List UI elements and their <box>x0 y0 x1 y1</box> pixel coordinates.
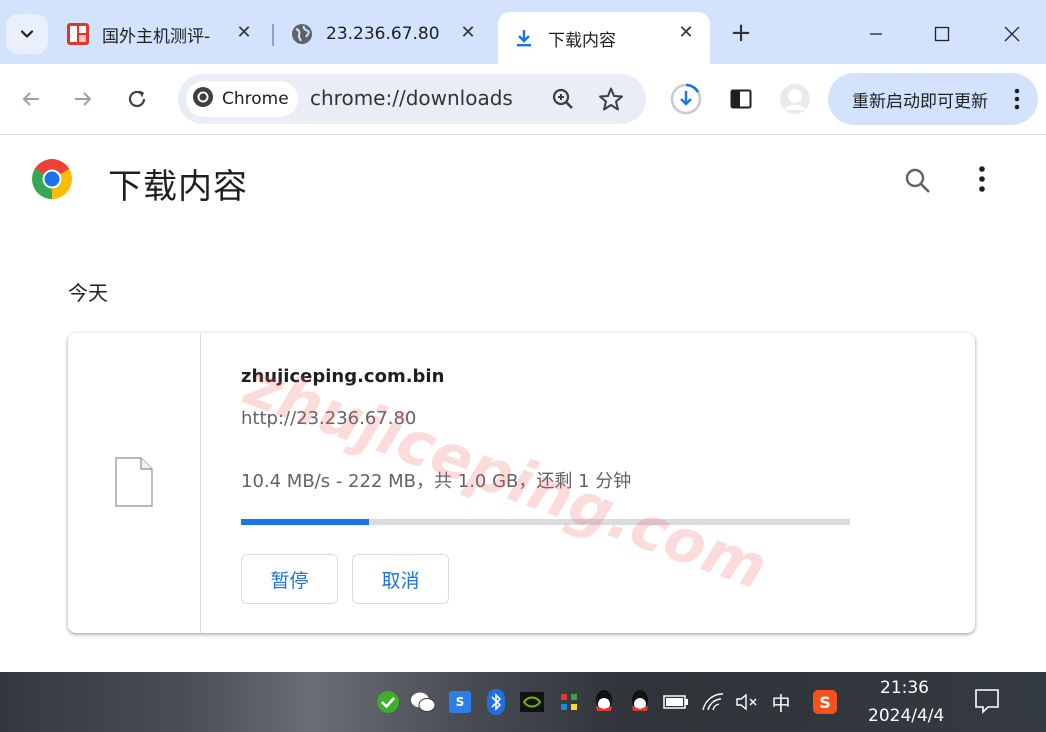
file-name-link[interactable]: zhujiceping.com.bin <box>241 366 444 387</box>
close-tab-icon[interactable]: ✕ <box>676 23 696 43</box>
reload-icon <box>128 90 146 108</box>
omnibox[interactable]: Chrome chrome://downloads <box>178 74 646 124</box>
file-icon <box>114 457 154 511</box>
card-divider <box>200 333 201 633</box>
minimize-button[interactable] <box>846 14 906 54</box>
browser-toolbar: Chrome chrome://downloads 重新启动即可更新 <box>0 64 1046 135</box>
chrome-site-chip[interactable]: Chrome <box>186 81 298 117</box>
profile-button[interactable] <box>778 82 812 116</box>
reload-button[interactable] <box>122 84 152 114</box>
arrow-right-icon <box>75 92 92 106</box>
search-icon[interactable] <box>904 167 932 199</box>
pause-button[interactable]: 暂停 <box>241 554 338 604</box>
sogou-pinyin-icon[interactable]: S <box>812 689 838 715</box>
date-section-label: 今天 <box>68 281 108 305</box>
forward-button[interactable] <box>68 84 98 114</box>
tab-separator <box>272 24 274 46</box>
downloads-page: 下载内容 今天 zhujiceping.com.bin http://23.23… <box>0 135 1046 672</box>
side-panel-button[interactable] <box>724 82 758 116</box>
back-button[interactable] <box>16 84 46 114</box>
relaunch-update-button[interactable]: 重新启动即可更新 <box>828 73 1038 125</box>
tab-title: 国外主机测评- <box>102 26 211 47</box>
close-window-button[interactable] <box>982 14 1042 54</box>
download-status: 10.4 MB/s - 222 MB，共 1.0 GB，还剩 1 分钟 <box>241 471 632 492</box>
download-icon <box>512 26 536 50</box>
ime-indicator[interactable]: 中 <box>768 689 794 715</box>
tab-title: 下载内容 <box>548 30 616 51</box>
new-tab-button[interactable]: + <box>728 20 754 46</box>
site-favicon-red <box>66 22 90 46</box>
progress-fill <box>241 519 369 525</box>
side-panel-icon <box>730 89 752 109</box>
close-icon <box>1004 26 1020 42</box>
tab-strip: 国外主机测评- ✕ 23.236.67.80 ✕ 下载内容 ✕ + <box>0 0 1046 64</box>
more-vertical-icon <box>1014 87 1020 116</box>
close-tab-icon[interactable]: ✕ <box>234 23 254 43</box>
download-progress-bar <box>241 519 850 525</box>
qq-icon[interactable] <box>627 689 653 715</box>
cancel-button[interactable]: 取消 <box>352 554 449 604</box>
svg-text:S: S <box>819 693 831 712</box>
downloads-toolbar-button[interactable] <box>669 82 703 116</box>
chrome-logo-icon <box>32 159 72 203</box>
app-grid-icon[interactable] <box>556 689 582 715</box>
windows-taskbar: S 中 S 21:36 2024/4/4 <box>0 672 1046 732</box>
address-text[interactable]: chrome://downloads <box>310 86 513 110</box>
close-tab-icon[interactable]: ✕ <box>458 23 478 43</box>
sogou-input-icon[interactable]: S <box>447 689 473 715</box>
clock-date[interactable]: 2024/4/4 <box>868 706 944 726</box>
tab-zhujiceping[interactable]: 国外主机测评- ✕ <box>52 12 268 56</box>
globe-icon <box>290 22 314 46</box>
chip-label: Chrome <box>222 89 289 109</box>
zoom-icon[interactable] <box>550 86 576 112</box>
wechat-icon[interactable] <box>410 689 436 715</box>
clock-time[interactable]: 21:36 <box>880 678 929 698</box>
notification-center-icon[interactable] <box>974 688 1000 718</box>
download-item-card: zhujiceping.com.bin http://23.236.67.80 … <box>68 333 975 633</box>
qq-icon[interactable] <box>591 689 617 715</box>
arrow-left-icon <box>22 92 39 106</box>
more-vertical-icon[interactable] <box>978 165 986 197</box>
bluetooth-icon[interactable] <box>483 689 509 715</box>
source-url-link[interactable]: http://23.236.67.80 <box>241 408 416 429</box>
update-label: 重新启动即可更新 <box>852 91 988 112</box>
tab-title: 23.236.67.80 <box>326 24 440 44</box>
volume-muted-icon[interactable] <box>734 689 760 715</box>
security-check-icon[interactable] <box>375 689 401 715</box>
maximize-button[interactable] <box>912 14 972 54</box>
page-title: 下载内容 <box>108 167 248 207</box>
wifi-icon[interactable] <box>700 689 726 715</box>
chrome-logo-icon <box>192 86 214 113</box>
minimize-icon <box>870 33 882 35</box>
maximize-icon <box>934 26 950 42</box>
tab-ip-address[interactable]: 23.236.67.80 ✕ <box>276 12 492 56</box>
battery-icon[interactable] <box>663 689 689 715</box>
download-progress-icon <box>670 83 702 115</box>
nvidia-icon[interactable] <box>519 689 545 715</box>
avatar-icon <box>780 84 810 114</box>
tab-downloads[interactable]: 下载内容 ✕ <box>498 12 710 64</box>
svg-text:S: S <box>456 695 465 709</box>
chevron-down-icon <box>20 30 34 38</box>
bookmark-star-icon[interactable] <box>598 86 624 112</box>
tab-search-button[interactable] <box>6 14 48 54</box>
